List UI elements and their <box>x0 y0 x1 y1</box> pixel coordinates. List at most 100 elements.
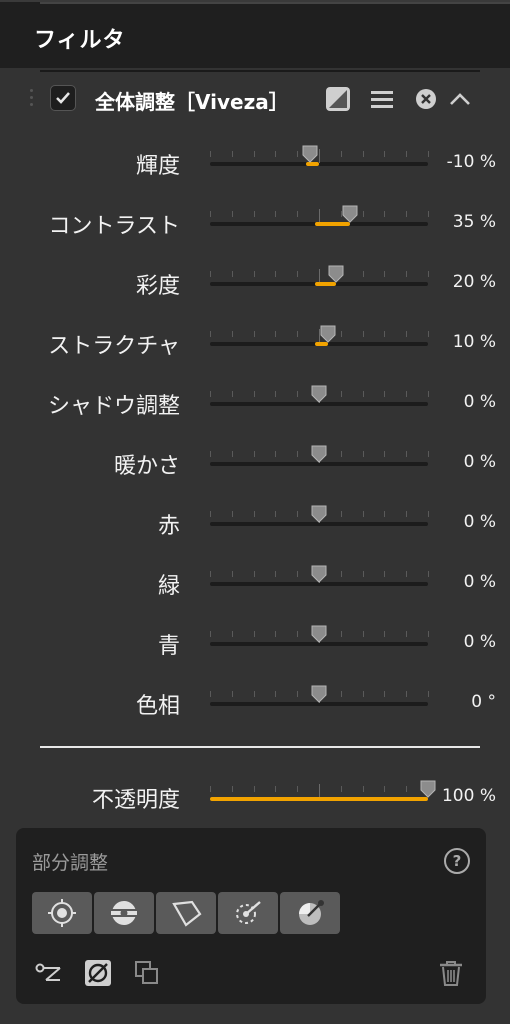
mask-invert-icon[interactable] <box>83 958 113 988</box>
slider-tick <box>363 631 364 637</box>
slider-tick <box>384 451 385 457</box>
chevron-up-icon[interactable] <box>448 86 474 112</box>
slider-tick <box>406 511 407 517</box>
slider-tick <box>232 511 233 517</box>
slider-tick <box>406 786 407 792</box>
slider-thumb[interactable] <box>342 205 358 223</box>
slider-tick <box>210 571 211 577</box>
slider-tick <box>384 786 385 792</box>
row-value: 20 % <box>452 272 496 292</box>
slider-tick <box>232 211 233 217</box>
slider-thumb[interactable] <box>311 685 327 703</box>
slider-tick <box>275 151 276 157</box>
help-icon[interactable]: ? <box>444 848 470 874</box>
slider-tick <box>297 331 298 337</box>
adjustment-slider[interactable] <box>210 505 429 533</box>
brush-tool-icon[interactable] <box>218 892 278 934</box>
opacity-slider[interactable] <box>210 780 436 808</box>
slider-thumb[interactable] <box>328 265 344 283</box>
slider-tick <box>275 451 276 457</box>
slider-tick <box>428 151 429 157</box>
slider-tick <box>363 391 364 397</box>
slider-tick <box>232 151 233 157</box>
menu-icon[interactable] <box>370 86 396 112</box>
slider-tick <box>210 451 211 457</box>
color-picker-tool-icon[interactable] <box>280 892 340 934</box>
slider-tick <box>232 391 233 397</box>
before-after-icon[interactable] <box>325 86 351 112</box>
row-value: 0 % <box>463 452 496 472</box>
slider-tick <box>363 786 364 792</box>
slider-tick <box>319 209 320 223</box>
panel-header: フィルタ <box>0 0 510 68</box>
row-value: 35 % <box>452 212 496 232</box>
slider-thumb[interactable] <box>311 505 327 523</box>
slider-tick <box>275 571 276 577</box>
slider-tick <box>319 269 320 283</box>
slider-tick <box>254 271 255 277</box>
slider-tick <box>428 571 429 577</box>
slider-tick <box>384 391 385 397</box>
slider-tick <box>254 331 255 337</box>
adjustment-slider[interactable] <box>210 385 429 413</box>
slider-thumb[interactable] <box>311 385 327 403</box>
row-value: 10 % <box>452 332 496 352</box>
slider-tick <box>384 571 385 577</box>
slider-tick <box>254 151 255 157</box>
adjustment-slider[interactable] <box>210 445 429 473</box>
slider-thumb[interactable] <box>320 325 336 343</box>
trash-icon[interactable] <box>436 958 466 988</box>
row-label: 赤 <box>157 514 180 539</box>
slider-tick <box>232 451 233 457</box>
slider-tick <box>210 691 211 697</box>
control-point-tool-icon[interactable] <box>32 892 92 934</box>
row-label: 青 <box>157 634 180 659</box>
slider-tick <box>210 151 211 157</box>
slider-tick <box>210 271 211 277</box>
drag-handle-icon[interactable] <box>30 89 34 113</box>
mask-show-icon[interactable] <box>34 958 64 988</box>
slider-thumb[interactable] <box>311 565 327 583</box>
slider-thumb[interactable] <box>302 145 318 163</box>
slider-tick <box>297 211 298 217</box>
adjustment-slider[interactable] <box>210 145 429 173</box>
adjustment-slider[interactable] <box>210 205 429 233</box>
slider-tick <box>406 451 407 457</box>
circle-mask-tool-icon[interactable] <box>94 892 154 934</box>
slider-tick <box>363 451 364 457</box>
row-value: 0 % <box>463 512 496 532</box>
adjustment-slider[interactable] <box>210 565 429 593</box>
row-label: 色相 <box>135 694 180 719</box>
slider-tick <box>297 786 298 792</box>
slider-tick <box>275 271 276 277</box>
duplicate-icon[interactable] <box>132 958 162 988</box>
row-label: 輝度 <box>135 154 180 179</box>
adjustment-slider[interactable] <box>210 685 429 713</box>
panel-title: フィルタ <box>34 28 126 53</box>
slider-thumb[interactable] <box>311 445 327 463</box>
slider-thumb[interactable] <box>420 780 436 798</box>
close-icon[interactable] <box>414 86 440 112</box>
adjustment-slider[interactable] <box>210 325 429 353</box>
filter-enable-checkbox[interactable] <box>50 85 76 111</box>
adjustment-slider[interactable] <box>210 265 429 293</box>
slider-tick <box>406 571 407 577</box>
row-value: 0 % <box>463 632 496 652</box>
row-label: 彩度 <box>135 274 180 299</box>
slider-tick <box>384 511 385 517</box>
slider-thumb[interactable] <box>311 625 327 643</box>
slider-tick <box>210 331 211 337</box>
row-label: ストラクチャ <box>48 334 180 359</box>
filter-top-line <box>40 70 480 72</box>
polygon-mask-tool-icon[interactable] <box>156 892 216 934</box>
slider-tick <box>275 691 276 697</box>
slider-tick <box>297 511 298 517</box>
slider-tick <box>384 691 385 697</box>
slider-tick <box>297 391 298 397</box>
slider-tick <box>428 451 429 457</box>
adjustment-slider[interactable] <box>210 625 429 653</box>
slider-tick <box>363 271 364 277</box>
slider-tick <box>210 631 211 637</box>
slider-tick <box>428 691 429 697</box>
slider-tick <box>341 451 342 457</box>
